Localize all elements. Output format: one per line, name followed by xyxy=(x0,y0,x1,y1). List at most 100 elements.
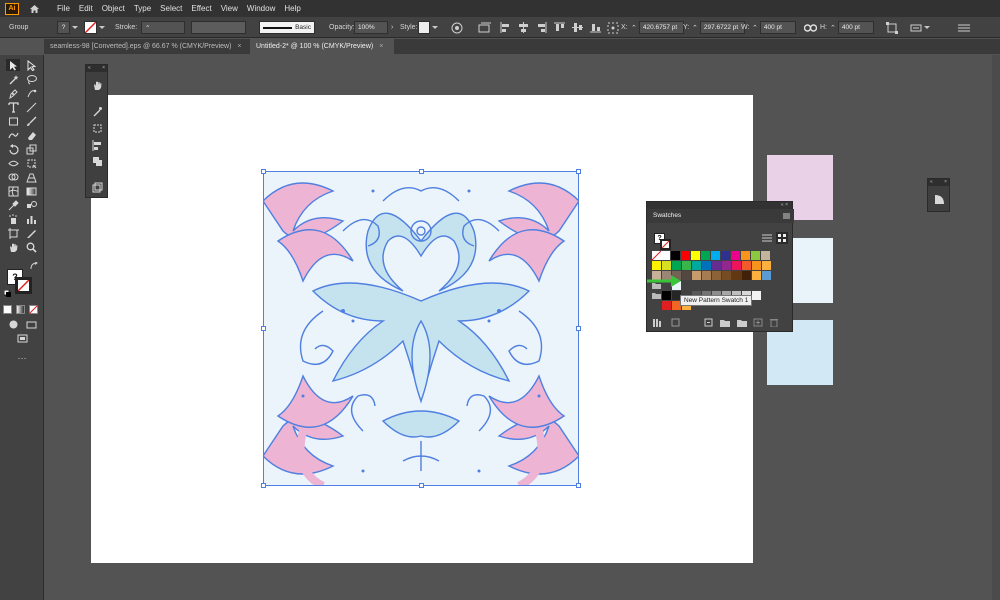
menu-edit[interactable]: Edit xyxy=(79,4,93,13)
new-swatch-icon[interactable] xyxy=(753,318,763,327)
free-transform-tool-icon[interactable] xyxy=(24,157,38,169)
grid-view-icon[interactable] xyxy=(776,232,788,244)
swap-fill-stroke-icon[interactable] xyxy=(30,261,38,270)
resize-handle-right[interactable] xyxy=(576,326,581,331)
collapse-icon[interactable]: « xyxy=(88,65,91,72)
close-icon[interactable]: × xyxy=(379,43,383,50)
magic-wand-tool-icon[interactable] xyxy=(6,73,20,85)
stroke-color-control[interactable] xyxy=(84,20,105,35)
align-horizontal-center-icon[interactable] xyxy=(517,21,530,34)
close-icon[interactable]: × xyxy=(102,65,105,72)
w-input[interactable]: 400 pt xyxy=(759,21,796,34)
swatches-tab[interactable]: Swatches xyxy=(647,209,794,223)
pen-tool-icon[interactable] xyxy=(6,87,20,99)
x-input[interactable]: 420.6757 pt xyxy=(638,21,684,34)
close-icon[interactable]: × xyxy=(237,43,241,50)
collapse-icon[interactable]: « xyxy=(781,202,784,208)
slice-tool-icon[interactable] xyxy=(24,227,38,239)
swatch-cell[interactable] xyxy=(681,251,690,260)
swatch-cell[interactable] xyxy=(692,261,701,270)
swatch-cell[interactable] xyxy=(741,251,750,260)
fill-control[interactable]: ? xyxy=(57,20,78,35)
swatch-cell[interactable] xyxy=(661,251,670,260)
rotate-tool-icon[interactable] xyxy=(6,143,20,155)
screen-mode-icon[interactable] xyxy=(24,318,38,330)
curvature-tool-icon[interactable] xyxy=(24,87,38,99)
swatch-cell[interactable] xyxy=(742,261,751,270)
resize-handle-bottom-right[interactable] xyxy=(576,483,581,488)
swatch-cell[interactable] xyxy=(721,251,730,260)
gray-swatch-cell[interactable] xyxy=(752,291,761,300)
hand-tool-icon[interactable] xyxy=(6,241,20,253)
swatch-cell[interactable] xyxy=(652,261,661,270)
reference-point-icon[interactable] xyxy=(607,20,619,35)
swatch-cell[interactable] xyxy=(752,261,761,270)
swatch-cell[interactable] xyxy=(742,271,751,280)
brush-definition[interactable]: Basic xyxy=(259,20,315,35)
h-field[interactable]: ⌃ 400 pt xyxy=(830,20,874,35)
gray-swatch-cell[interactable] xyxy=(662,291,671,300)
swatch-cell[interactable] xyxy=(751,251,760,260)
opacity-field[interactable]: 100% › xyxy=(354,20,393,35)
variable-width-profile[interactable] xyxy=(191,20,246,35)
swatch-cell[interactable] xyxy=(671,251,680,260)
width-tool-icon[interactable] xyxy=(6,157,20,169)
y-input[interactable]: 297.6722 pt xyxy=(699,21,745,34)
swatch-libraries-icon[interactable] xyxy=(653,318,663,327)
vertical-scrollbar[interactable] xyxy=(992,55,1000,600)
w-field[interactable]: ⌃ 400 pt xyxy=(752,20,796,35)
paintbrush-tool-icon[interactable] xyxy=(24,115,38,127)
swatch-cell[interactable] xyxy=(722,271,731,280)
gradient-tool-icon[interactable] xyxy=(24,185,38,197)
align-left-icon[interactable] xyxy=(499,21,512,34)
swatch-cell[interactable] xyxy=(672,261,681,270)
menu-file[interactable]: File xyxy=(57,4,70,13)
stroke-none-swatch[interactable] xyxy=(84,21,97,34)
draw-normal-icon[interactable] xyxy=(6,318,20,330)
menu-select[interactable]: Select xyxy=(160,4,182,13)
swatch-cell[interactable] xyxy=(761,251,770,260)
resize-handle-bottom[interactable] xyxy=(419,483,424,488)
align-right-icon[interactable] xyxy=(535,21,548,34)
swatch-cell[interactable] xyxy=(712,261,721,270)
swatch-cell[interactable] xyxy=(682,261,691,270)
align-vertical-center-icon[interactable] xyxy=(571,21,584,34)
symbol-sprayer-tool-icon[interactable] xyxy=(6,213,20,225)
transform-icon[interactable] xyxy=(886,20,898,35)
swatch-cell[interactable] xyxy=(732,271,741,280)
panel-menu-icon[interactable] xyxy=(783,213,790,219)
panel-stroke-indicator[interactable] xyxy=(660,239,671,250)
shape-builder-tool-icon[interactable] xyxy=(6,171,20,183)
swatch-none[interactable] xyxy=(651,250,662,261)
list-view-icon[interactable] xyxy=(762,233,772,243)
swatch-cell[interactable] xyxy=(662,301,671,310)
swatch-cell[interactable] xyxy=(702,271,711,280)
align-to-icon[interactable] xyxy=(478,20,492,35)
swatch-cell[interactable] xyxy=(731,251,740,260)
y-field[interactable]: ⌃ 297.6722 pt xyxy=(692,20,745,35)
resize-handle-top[interactable] xyxy=(419,169,424,174)
default-fill-stroke-icon[interactable] xyxy=(3,289,11,297)
gradient-panel-icon[interactable] xyxy=(932,193,946,205)
shaper-tool-icon[interactable] xyxy=(6,129,20,141)
resize-handle-top-right[interactable] xyxy=(576,169,581,174)
magic-wand-panel-icon[interactable] xyxy=(90,105,104,117)
selection-tool-icon[interactable] xyxy=(6,59,20,71)
recolor-artwork-icon[interactable] xyxy=(451,20,463,35)
eraser-tool-icon[interactable] xyxy=(24,129,38,141)
resize-handle-top-left[interactable] xyxy=(261,169,266,174)
collapse-icon[interactable]: « xyxy=(930,179,933,186)
x-field[interactable]: ⌃ 420.6757 pt xyxy=(631,20,684,35)
swatch-cell[interactable] xyxy=(702,261,711,270)
swatch-cell[interactable] xyxy=(692,271,701,280)
type-tool-icon[interactable] xyxy=(6,101,20,113)
swatch-cell[interactable] xyxy=(712,271,721,280)
selection-bounding-box[interactable] xyxy=(261,169,581,488)
stroke-indicator[interactable] xyxy=(15,277,32,294)
stepper-icon[interactable]: ⌃ xyxy=(830,24,836,32)
gradient-mode-icon[interactable] xyxy=(16,304,26,315)
blend-tool-icon[interactable] xyxy=(24,199,38,211)
swatch-cell[interactable] xyxy=(762,261,771,270)
color-mode-icon[interactable] xyxy=(3,304,13,315)
direct-selection-tool-icon[interactable] xyxy=(24,59,38,71)
